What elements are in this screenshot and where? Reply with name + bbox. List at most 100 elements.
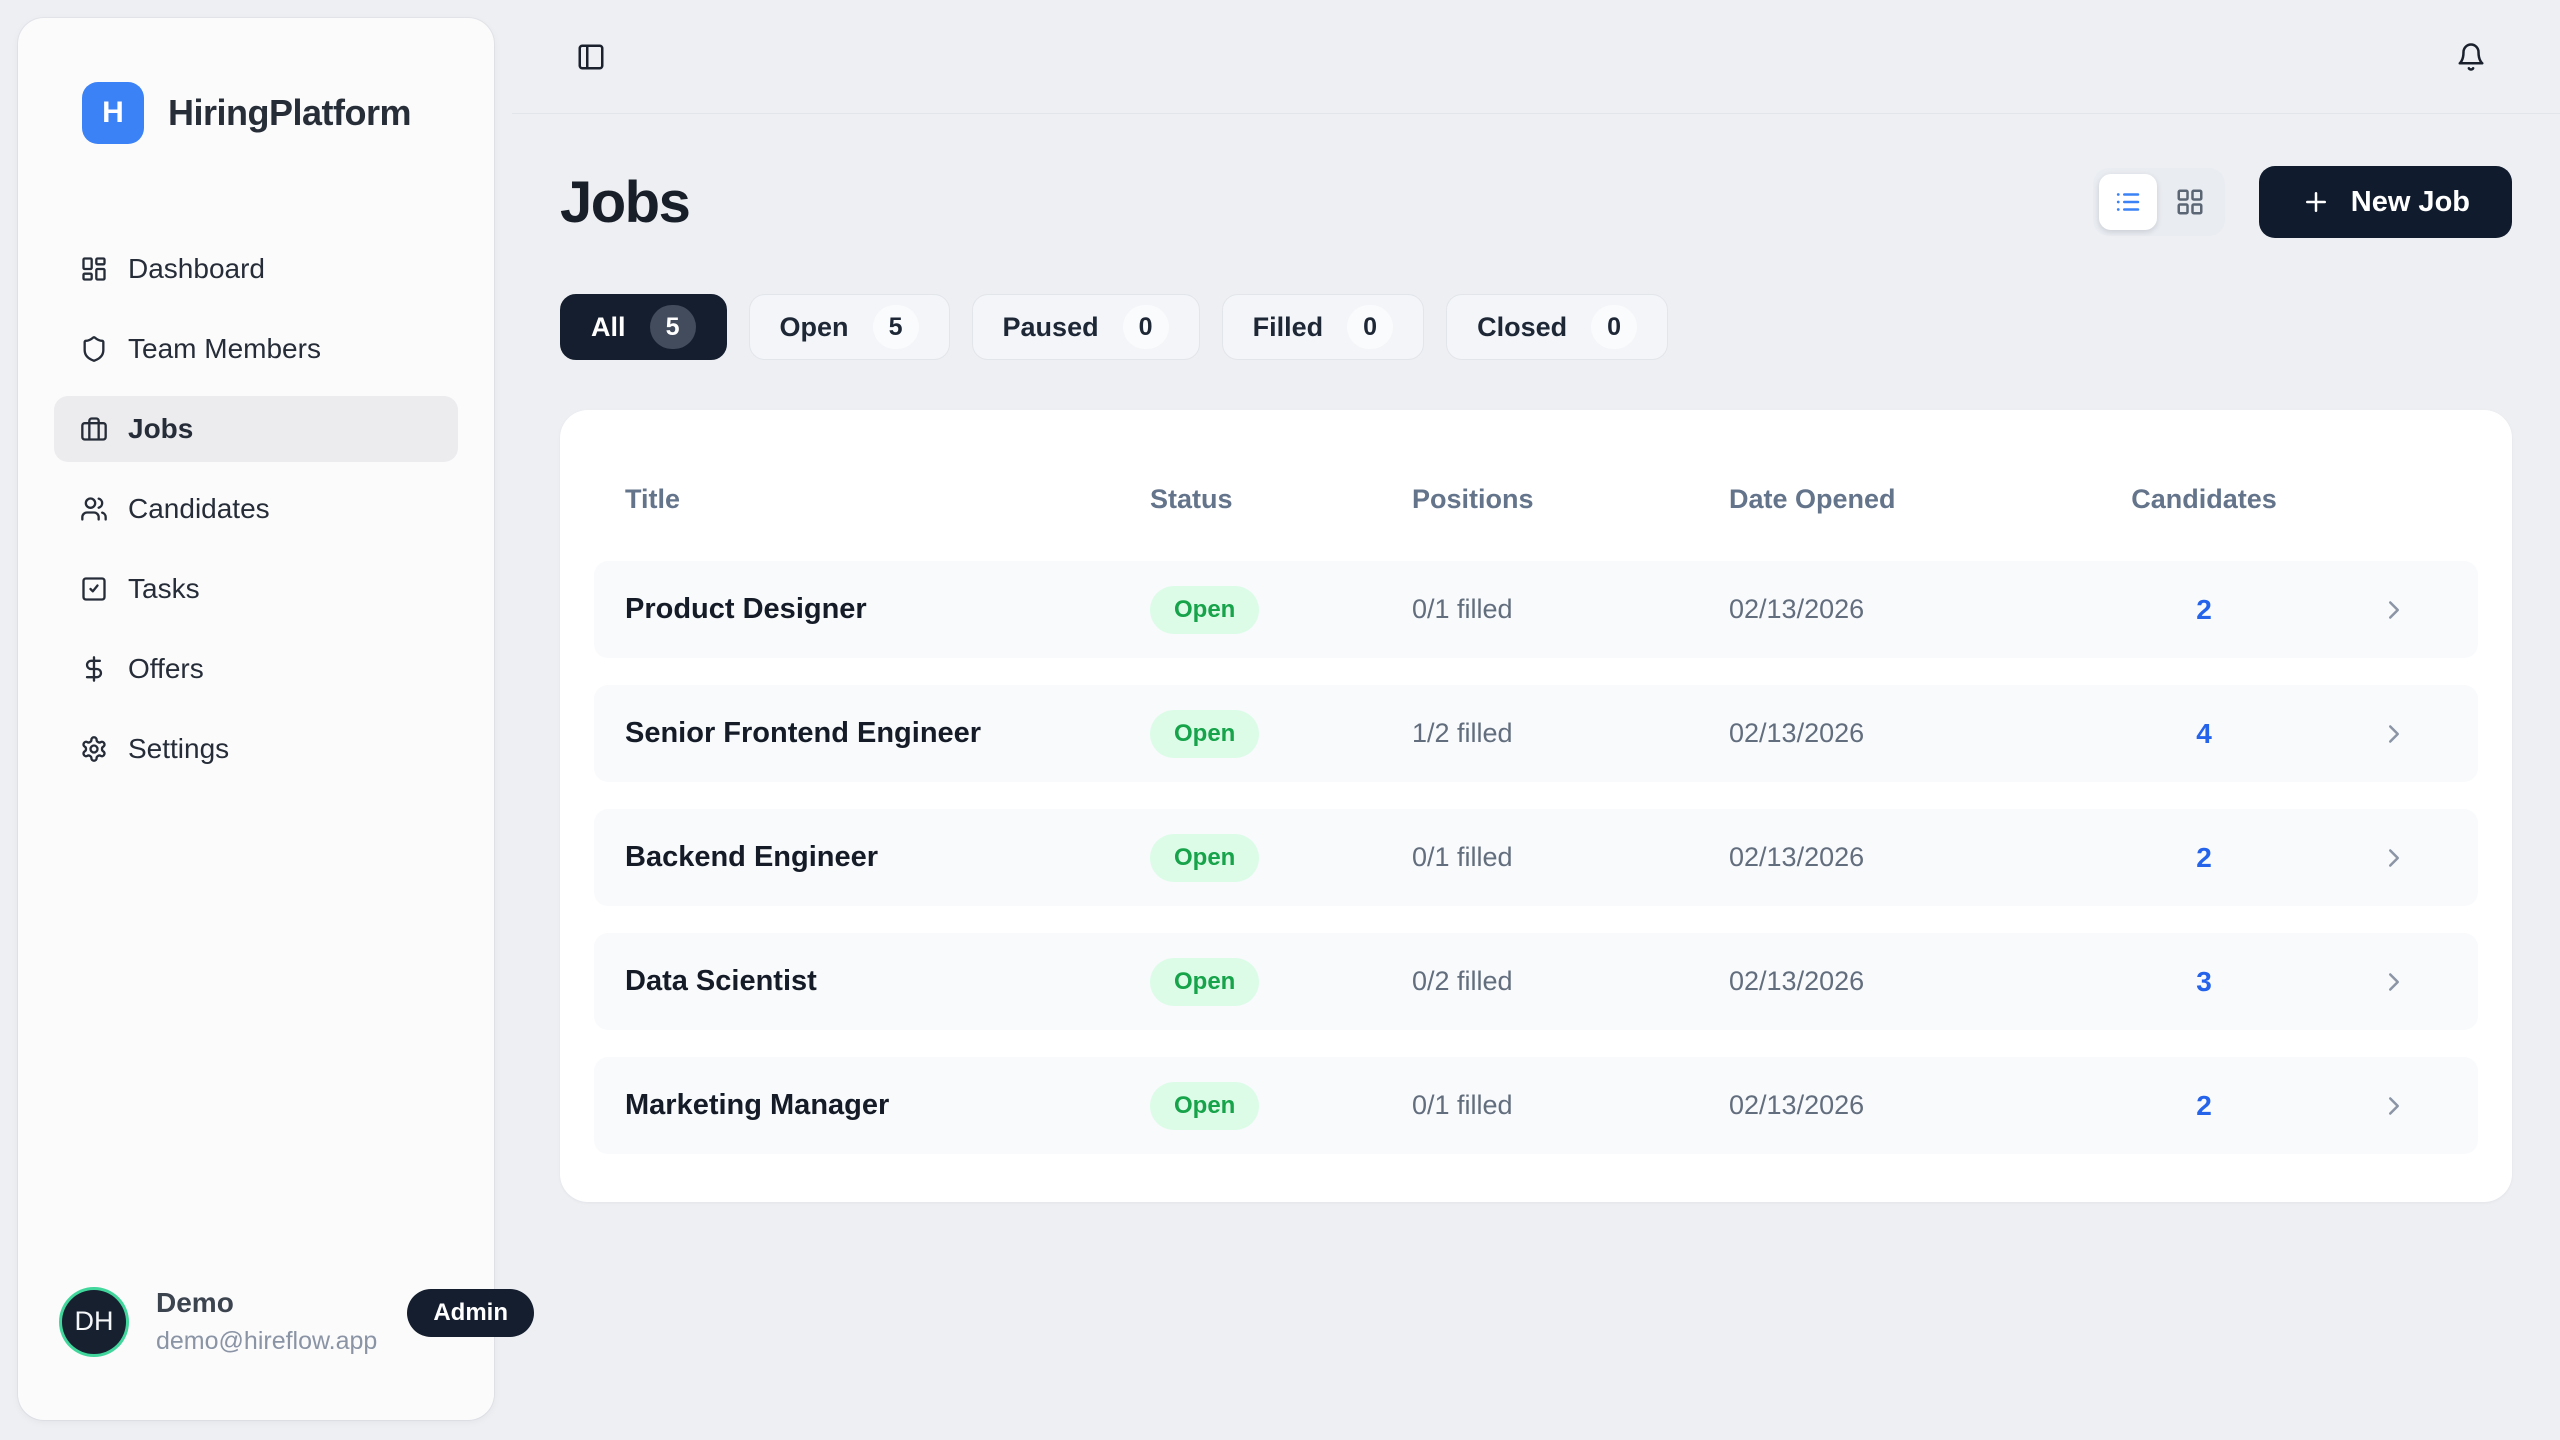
filter-paused[interactable]: Paused 0 — [972, 294, 1200, 360]
candidates-count-link[interactable]: 2 — [2119, 1090, 2289, 1122]
candidates-count-link[interactable]: 2 — [2119, 842, 2289, 874]
table-row[interactable]: Senior Frontend Engineer Open 1/2 filled… — [594, 685, 2478, 782]
filter-filled[interactable]: Filled 0 — [1222, 294, 1425, 360]
list-icon — [2113, 187, 2143, 217]
filter-closed[interactable]: Closed 0 — [1446, 294, 1668, 360]
page-head: Jobs New Job — [560, 166, 2512, 238]
candidates-count-link[interactable]: 2 — [2119, 594, 2289, 626]
table-header: Title Status Positions Date Opened Candi… — [594, 444, 2478, 561]
date-opened-cell: 02/13/2026 — [1729, 1090, 2119, 1121]
status-badge: Open — [1150, 958, 1259, 1006]
column-header-date-opened: Date Opened — [1729, 484, 2119, 515]
head-actions: New Job — [2093, 166, 2512, 238]
sidebar-item-tasks[interactable]: Tasks — [54, 556, 458, 622]
table-row[interactable]: Backend Engineer Open 0/1 filled 02/13/2… — [594, 809, 2478, 906]
sidebar-item-label: Team Members — [128, 333, 321, 365]
candidates-count-link[interactable]: 3 — [2119, 966, 2289, 998]
chevron-right-icon[interactable] — [2289, 843, 2447, 873]
briefcase-icon — [80, 415, 108, 443]
date-opened-cell: 02/13/2026 — [1729, 594, 2119, 625]
sidebar-item-offers[interactable]: Offers — [54, 636, 458, 702]
filter-label: Filled — [1253, 312, 1324, 343]
role-badge: Admin — [407, 1289, 534, 1337]
filter-count: 0 — [1591, 305, 1637, 349]
filter-label: Closed — [1477, 312, 1567, 343]
chevron-right-icon[interactable] — [2289, 595, 2447, 625]
filter-count: 0 — [1347, 305, 1393, 349]
sidebar-item-label: Tasks — [128, 573, 200, 605]
filter-label: Paused — [1003, 312, 1099, 343]
sidebar-nav: Dashboard Team Members Jobs Candidates T… — [18, 236, 494, 796]
sidebar-item-settings[interactable]: Settings — [54, 716, 458, 782]
filter-count: 5 — [873, 305, 919, 349]
sidebar: H HiringPlatform Dashboard Team Members … — [18, 18, 494, 1420]
chevron-right-icon[interactable] — [2289, 719, 2447, 749]
avatar: DH — [62, 1290, 126, 1354]
brand-logo: H — [82, 82, 144, 144]
brand: H HiringPlatform — [18, 18, 494, 144]
bell-icon — [2456, 42, 2486, 72]
brand-name: HiringPlatform — [168, 92, 411, 134]
table-row[interactable]: Product Designer Open 0/1 filled 02/13/2… — [594, 561, 2478, 658]
column-header-title: Title — [625, 484, 1150, 515]
panel-left-icon — [576, 42, 606, 72]
gear-icon — [80, 735, 108, 763]
chevron-right-icon[interactable] — [2289, 1091, 2447, 1121]
status-badge: Open — [1150, 710, 1259, 758]
filter-count: 5 — [650, 305, 696, 349]
main-content: Jobs New Job — [560, 114, 2512, 1202]
sidebar-item-label: Offers — [128, 653, 204, 685]
filter-all[interactable]: All 5 — [560, 294, 727, 360]
status-badge: Open — [1150, 834, 1259, 882]
sidebar-item-candidates[interactable]: Candidates — [54, 476, 458, 542]
sidebar-item-label: Candidates — [128, 493, 270, 525]
positions-cell: 0/1 filled — [1412, 594, 1729, 625]
sidebar-item-label: Dashboard — [128, 253, 265, 285]
new-job-label: New Job — [2351, 186, 2470, 219]
grid-view-button[interactable] — [2161, 174, 2219, 230]
positions-cell: 0/1 filled — [1412, 842, 1729, 873]
sidebar-toggle-button[interactable] — [568, 34, 614, 80]
positions-cell: 0/2 filled — [1412, 966, 1729, 997]
page-title: Jobs — [560, 169, 689, 236]
new-job-button[interactable]: New Job — [2259, 166, 2512, 238]
sidebar-item-dashboard[interactable]: Dashboard — [54, 236, 458, 302]
user-name: Demo — [156, 1287, 377, 1319]
status-filters: All 5 Open 5 Paused 0 Filled 0 Closed 0 — [560, 294, 2512, 360]
filter-label: All — [591, 312, 626, 343]
candidates-count-link[interactable]: 4 — [2119, 718, 2289, 750]
sidebar-item-jobs[interactable]: Jobs — [54, 396, 458, 462]
user-email: demo@hireflow.app — [156, 1327, 377, 1356]
plus-icon — [2301, 187, 2331, 217]
sidebar-item-team-members[interactable]: Team Members — [54, 316, 458, 382]
job-title: Product Designer — [625, 593, 1150, 626]
column-header-positions: Positions — [1412, 484, 1729, 515]
column-header-candidates: Candidates — [2119, 484, 2289, 515]
status-badge: Open — [1150, 1082, 1259, 1130]
filter-open[interactable]: Open 5 — [749, 294, 950, 360]
users-icon — [80, 495, 108, 523]
positions-cell: 1/2 filled — [1412, 718, 1729, 749]
date-opened-cell: 02/13/2026 — [1729, 842, 2119, 873]
list-view-button[interactable] — [2099, 174, 2157, 230]
shield-icon — [80, 335, 108, 363]
dashboard-icon — [80, 255, 108, 283]
sidebar-user[interactable]: DH Demo demo@hireflow.app Admin — [18, 1287, 494, 1420]
date-opened-cell: 02/13/2026 — [1729, 718, 2119, 749]
table-row[interactable]: Marketing Manager Open 0/1 filled 02/13/… — [594, 1057, 2478, 1154]
job-title: Senior Frontend Engineer — [625, 717, 1150, 750]
chevron-right-icon[interactable] — [2289, 967, 2447, 997]
table-row[interactable]: Data Scientist Open 0/2 filled 02/13/202… — [594, 933, 2478, 1030]
positions-cell: 0/1 filled — [1412, 1090, 1729, 1121]
date-opened-cell: 02/13/2026 — [1729, 966, 2119, 997]
filter-label: Open — [780, 312, 849, 343]
check-square-icon — [80, 575, 108, 603]
column-header-status: Status — [1150, 484, 1412, 515]
job-title: Data Scientist — [625, 965, 1150, 998]
jobs-table-card: Title Status Positions Date Opened Candi… — [560, 410, 2512, 1202]
brand-logo-letter: H — [102, 96, 124, 130]
notifications-button[interactable] — [2448, 34, 2494, 80]
status-badge: Open — [1150, 586, 1259, 634]
dollar-icon — [80, 655, 108, 683]
topbar — [512, 0, 2560, 114]
